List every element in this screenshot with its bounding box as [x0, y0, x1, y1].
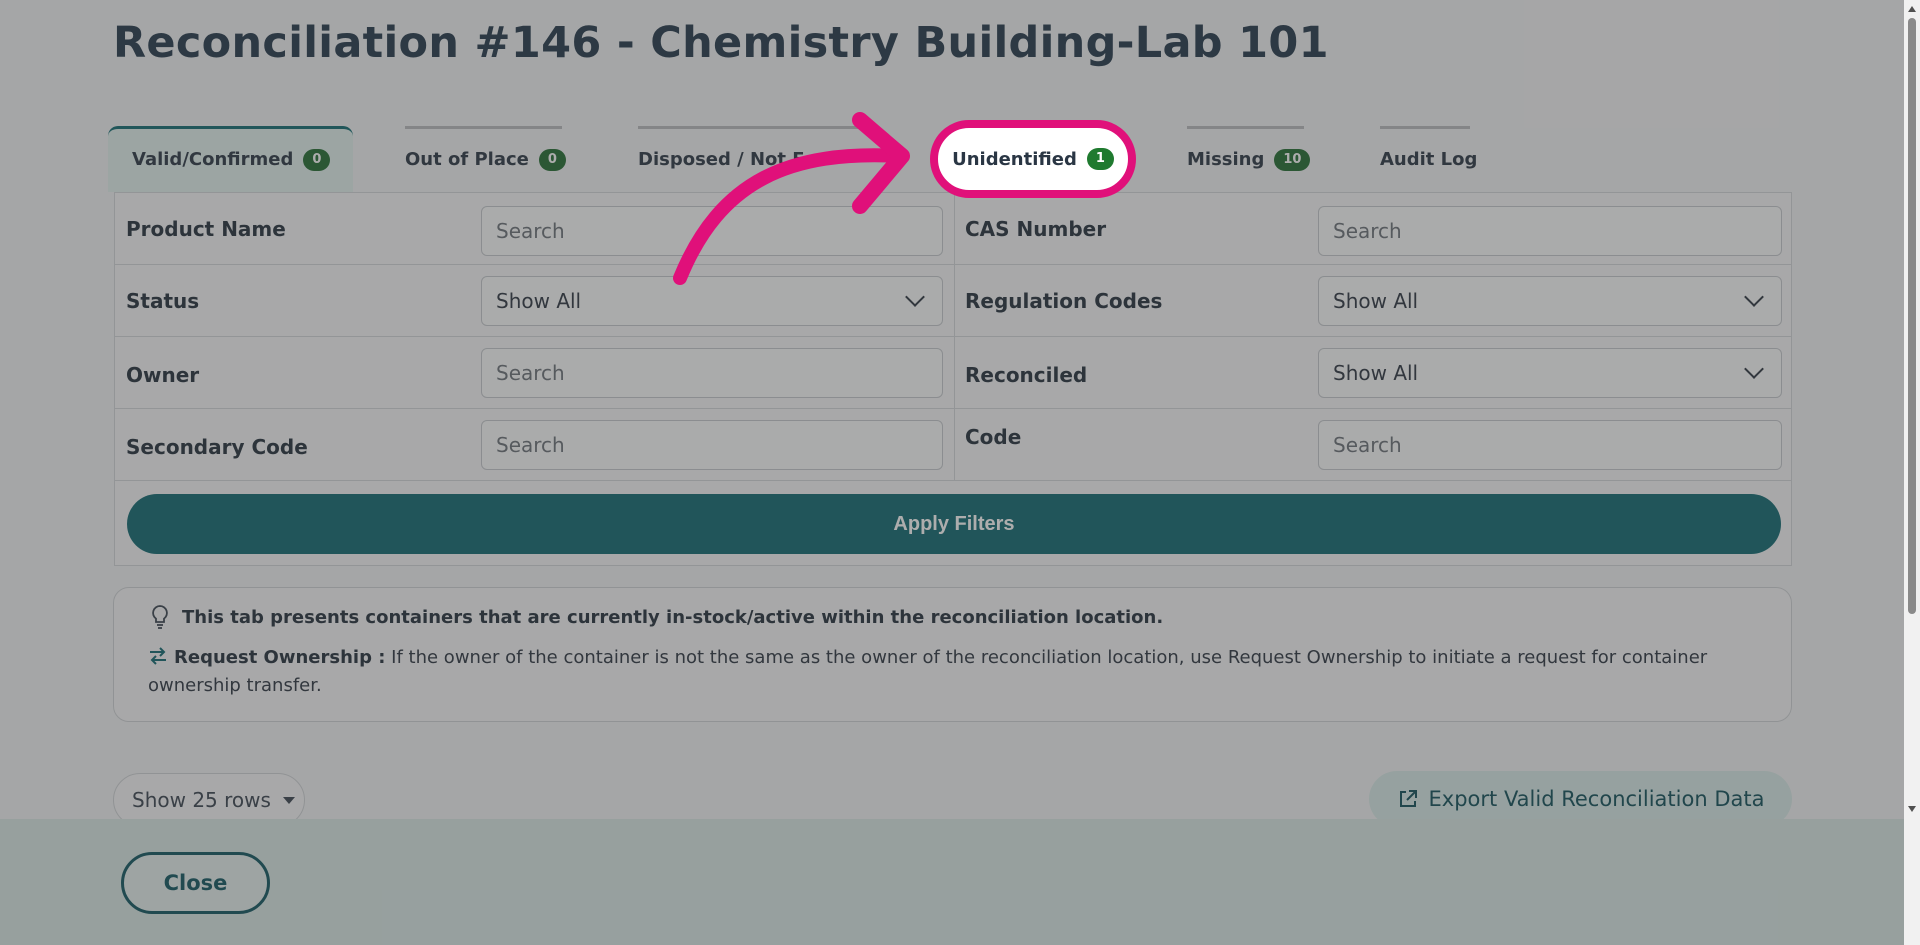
cas-number-label: CAS Number: [965, 217, 1107, 241]
scrollbar-thumb[interactable]: [1908, 18, 1916, 614]
cas-number-input[interactable]: Search: [1318, 206, 1782, 256]
reconciled-select[interactable]: Show All: [1318, 348, 1782, 398]
regulation-codes-select[interactable]: Show All: [1318, 276, 1782, 326]
tab-label: Unidentified: [952, 148, 1077, 170]
reconciled-label: Reconciled: [965, 363, 1088, 387]
tab-disposed-not-found[interactable]: Disposed / Not Fo: [638, 126, 858, 192]
filter-panel: Product Name Search CAS Number Search St…: [114, 192, 1792, 566]
rows-per-page-value: Show 25 rows: [132, 788, 271, 812]
tab-bar: Valid/Confirmed 0 Out of Place 0 Dispose…: [108, 126, 1508, 192]
reconciled-select-value: Show All: [1333, 361, 1419, 385]
tab-label: Out of Place: [405, 149, 529, 170]
request-ownership-label: Request Ownership :: [174, 647, 386, 668]
secondary-code-label: Secondary Code: [126, 435, 308, 459]
export-icon: [1399, 790, 1417, 807]
status-label: Status: [126, 289, 200, 313]
page-title: Reconciliation #146 - Chemistry Building…: [113, 18, 1329, 68]
tab-label: Valid/Confirmed: [132, 149, 294, 170]
filter-row: Owner Search Reconciled Show All: [115, 337, 1791, 409]
chevron-down-icon: [1744, 359, 1764, 379]
tab-label: Missing: [1187, 149, 1265, 170]
tab-label: Audit Log: [1380, 149, 1478, 170]
tab-out-of-place[interactable]: Out of Place 0: [405, 126, 566, 192]
caret-down-icon: [282, 796, 295, 804]
status-select[interactable]: Show All: [481, 276, 943, 326]
lightbulb-icon: [152, 605, 168, 629]
tab-count-badge: 0: [538, 148, 566, 171]
owner-label: Owner: [126, 363, 200, 387]
tab-missing[interactable]: Missing 10: [1187, 126, 1311, 192]
filter-row: Status Show All Regulation Codes Show Al…: [115, 265, 1791, 337]
chevron-down-icon: [905, 287, 925, 307]
swap-arrows-icon: [150, 647, 166, 665]
code-label: Code: [965, 425, 1022, 449]
export-label: Export Valid Reconciliation Data: [1428, 787, 1765, 811]
regulation-codes-select-value: Show All: [1333, 289, 1419, 313]
tab-unidentified[interactable]: Unidentified 1: [930, 120, 1136, 198]
tab-label: Disposed / Not Fo: [638, 149, 817, 170]
info-line: This tab presents containers that are cu…: [148, 604, 1163, 630]
request-ownership-note: Request Ownership : If the owner of the …: [148, 644, 1768, 700]
product-name-label: Product Name: [126, 217, 286, 241]
tab-count-badge: 0: [303, 148, 331, 171]
info-box: This tab presents containers that are cu…: [113, 587, 1792, 722]
code-input[interactable]: Search: [1318, 420, 1782, 470]
tab-count-badge: 10: [1274, 148, 1311, 171]
scroll-up-icon[interactable]: [1908, 6, 1916, 12]
filter-row: Product Name Search CAS Number Search: [115, 193, 1791, 265]
tab-audit-log[interactable]: Audit Log: [1380, 126, 1477, 192]
tab-valid-confirmed[interactable]: Valid/Confirmed 0: [108, 126, 353, 192]
owner-input[interactable]: Search: [481, 348, 943, 398]
close-button[interactable]: Close: [121, 852, 270, 914]
filter-row: Secondary Code Search Code Search: [115, 409, 1791, 481]
scrollbar[interactable]: [1904, 0, 1920, 945]
scroll-down-icon[interactable]: [1908, 806, 1916, 812]
tab-count-badge: 1: [1086, 148, 1114, 170]
product-name-input[interactable]: Search: [481, 206, 943, 256]
info-line1-text: This tab presents containers that are cu…: [182, 606, 1164, 628]
regulation-codes-label: Regulation Codes: [965, 289, 1163, 313]
modal-footer: Close: [0, 819, 1904, 945]
chevron-down-icon: [1744, 287, 1764, 307]
secondary-code-input[interactable]: Search: [481, 420, 943, 470]
apply-filters-button[interactable]: Apply Filters: [127, 494, 1781, 554]
status-select-value: Show All: [496, 289, 582, 313]
